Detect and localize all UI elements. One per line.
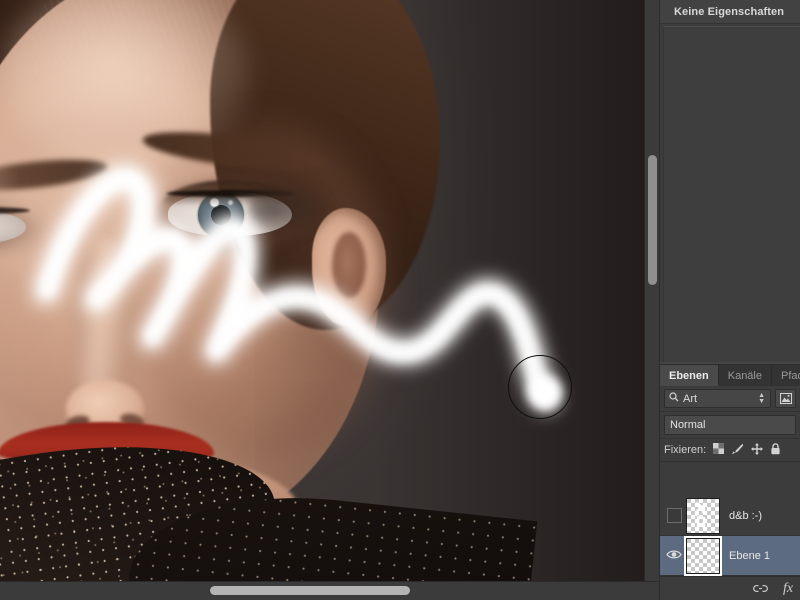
layer-row-ebene-1[interactable]: Ebene 1 xyxy=(660,536,800,576)
canvas-horizontal-scrollbar[interactable] xyxy=(0,581,660,600)
blend-mode-row: Normal xyxy=(660,412,800,439)
image-filter-icon[interactable] xyxy=(775,389,796,408)
transparency-lock-icon[interactable] xyxy=(713,443,725,457)
document-canvas-area[interactable] xyxy=(0,0,660,600)
tab-kanaele[interactable]: Kanäle xyxy=(719,365,772,386)
blend-mode-value: Normal xyxy=(670,419,706,431)
chevron-updown-icon[interactable]: ▲ ▼ xyxy=(758,392,765,405)
scrollbar-thumb-vertical[interactable] xyxy=(648,155,657,285)
photo-editor-window: Keine Eigenschaften Ebenen Kanäle Pfade xyxy=(0,0,800,600)
properties-panel-header: Keine Eigenschaften xyxy=(660,0,800,24)
layer-name-dandb: d&b :-) xyxy=(729,509,763,522)
scrollbar-thumb-horizontal[interactable] xyxy=(210,586,410,595)
tab-pfade-label: Pfade xyxy=(781,369,800,382)
layer-filter-row: Art ▲ ▼ xyxy=(660,386,800,412)
layer-name-ebene-1: Ebene 1 xyxy=(729,549,770,562)
layer-filter-type-select[interactable]: Art ▲ ▼ xyxy=(664,389,771,408)
layer-thumbnail-dandb[interactable] xyxy=(686,497,720,534)
properties-panel-body[interactable] xyxy=(663,26,800,362)
layers-panel: Ebenen Kanäle Pfade Art xyxy=(660,364,800,600)
layer-visibility-toggle-ebene-1[interactable] xyxy=(662,549,686,563)
layer-visibility-toggle-dandb[interactable] xyxy=(662,508,686,523)
eye-visible-icon[interactable] xyxy=(666,549,682,563)
layer-thumbnail-ebene-1[interactable] xyxy=(686,537,720,574)
eye-hidden-icon[interactable] xyxy=(666,508,682,523)
tab-kanaele-label: Kanäle xyxy=(727,369,762,382)
brush-cursor xyxy=(508,355,572,419)
properties-panel: Keine Eigenschaften xyxy=(660,0,800,362)
subject-head xyxy=(0,0,538,582)
document-image[interactable] xyxy=(0,0,644,582)
layers-panel-footer: fx xyxy=(660,576,800,600)
right-panel-dock: Keine Eigenschaften Ebenen Kanäle Pfade xyxy=(659,0,800,600)
properties-panel-title: Keine Eigenschaften xyxy=(674,5,785,18)
layers-panel-tabs: Ebenen Kanäle Pfade xyxy=(660,365,800,386)
brush-lock-icon[interactable] xyxy=(731,443,744,458)
lock-row-label: Fixieren: xyxy=(664,444,707,456)
layer-filter-value: Art xyxy=(683,392,698,405)
ear-inner xyxy=(332,232,366,298)
layer-list[interactable]: d&b :-) Ebene 1 xyxy=(660,496,800,576)
tab-ebenen-label: Ebenen xyxy=(669,369,709,382)
move-lock-icon[interactable] xyxy=(751,442,764,458)
lock-row: Fixieren: xyxy=(660,439,800,462)
tab-ebenen[interactable]: Ebenen xyxy=(660,365,719,386)
search-icon xyxy=(669,392,679,405)
link-layers-icon[interactable] xyxy=(752,581,768,597)
tab-pfade[interactable]: Pfade xyxy=(772,365,800,386)
lock-all-icon[interactable] xyxy=(770,442,781,458)
layer-row-dandb[interactable]: d&b :-) xyxy=(660,496,800,536)
blend-mode-select[interactable]: Normal xyxy=(664,415,796,435)
layer-style-fx-icon[interactable]: fx xyxy=(780,581,796,597)
canvas-vertical-scrollbar[interactable] xyxy=(644,0,660,582)
